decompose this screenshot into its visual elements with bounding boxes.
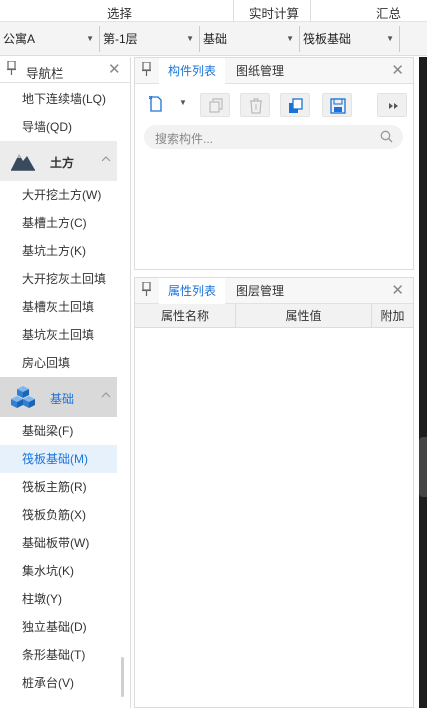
nav-item-strip-footing[interactable]: 条形基础(T) xyxy=(0,641,117,669)
ribbon-label-select: 选择 xyxy=(107,7,133,21)
nav-item-pile-cap[interactable]: 桩承台(V) xyxy=(0,669,117,697)
nav-category-earthwork[interactable]: 土方 xyxy=(0,141,117,181)
pin-icon[interactable] xyxy=(7,61,16,75)
copy-component-button[interactable] xyxy=(200,93,230,117)
nav-category-earthwork-label: 土方 xyxy=(50,156,75,170)
nav-item-foundation-strip[interactable]: 基础板带(W) xyxy=(0,529,117,557)
context-selector-bar: 公寓A ▼ 第-1层 ▼ 基础 ▼ 筏板基础 ▼ xyxy=(0,22,427,56)
save-disk-icon xyxy=(330,98,346,114)
nav-item-raft-negative-rebar[interactable]: 筏板负筋(X) xyxy=(0,501,117,529)
component-panel-header: 构件列表 图纸管理 ✕ xyxy=(135,58,413,84)
nav-category-foundation-label: 基础 xyxy=(50,392,75,406)
nav-item-pit-lime-backfill[interactable]: 基坑灰土回填 xyxy=(0,321,117,349)
ribbon-group-labels: 选择 实时计算 汇总 xyxy=(0,0,427,22)
nav-item-pit-excavation[interactable]: 基坑土方(K) xyxy=(0,237,117,265)
save-component-button[interactable] xyxy=(322,93,352,117)
nav-item-mass-excavation[interactable]: 大开挖土方(W) xyxy=(0,181,117,209)
right-edge-collapse-strip xyxy=(419,57,427,708)
building-select[interactable]: 公寓A ▼ xyxy=(0,28,99,50)
close-icon[interactable]: ✕ xyxy=(391,281,404,299)
column-header-additional[interactable]: 附加 xyxy=(372,304,413,328)
navigation-panel: 导航栏 ✕ 地下连续墙(LQ) 导墙(QD) 土方 大开挖土方(W) 基槽土方(… xyxy=(0,57,131,708)
component-search-field[interactable]: 搜索构件... xyxy=(144,125,403,149)
ribbon-label-summary: 汇总 xyxy=(376,7,402,21)
property-list-panel: 属性列表 图层管理 ✕ 属性名称 属性值 附加 xyxy=(134,277,414,708)
foundation-cubes-icon xyxy=(11,386,35,408)
new-component-dropdown-icon[interactable]: ▼ xyxy=(179,98,187,107)
collapse-handle[interactable] xyxy=(419,437,427,497)
pin-icon[interactable] xyxy=(142,282,151,296)
new-component-button[interactable] xyxy=(145,93,169,117)
component-type-select[interactable]: 筏板基础 ▼ xyxy=(300,28,399,50)
nav-item-room-backfill[interactable]: 房心回填 xyxy=(0,349,117,377)
property-grid-header: 属性名称 属性值 附加 xyxy=(135,304,413,328)
nav-item-mass-lime-backfill[interactable]: 大开挖灰土回填 xyxy=(0,265,117,293)
nav-item-raft-main-rebar[interactable]: 筏板主筋(R) xyxy=(0,473,117,501)
earthwork-icon xyxy=(11,154,35,171)
delete-component-button[interactable] xyxy=(240,93,270,117)
nav-item-raft-foundation[interactable]: 筏板基础(M) xyxy=(0,445,117,473)
dropdown-arrow-icon: ▼ xyxy=(386,34,394,43)
floor-select-value: 第-1层 xyxy=(103,32,138,46)
layer-copy-button[interactable] xyxy=(280,93,310,117)
tab-layer-management[interactable]: 图层管理 xyxy=(227,278,293,304)
chevron-up-icon xyxy=(101,156,111,162)
nav-category-foundation[interactable]: 基础 xyxy=(0,377,117,417)
search-placeholder: 搜索构件... xyxy=(155,132,214,146)
nav-item-diaphragm-wall[interactable]: 地下连续墙(LQ) xyxy=(0,85,117,113)
nav-item-trench-excavation[interactable]: 基槽土方(C) xyxy=(0,209,117,237)
ribbon-divider xyxy=(310,0,311,22)
layer-copy-icon xyxy=(289,98,303,113)
dropdown-arrow-icon: ▼ xyxy=(86,34,94,43)
more-tools-button[interactable] xyxy=(377,93,407,117)
nav-item-foundation-beam[interactable]: 基础梁(F) xyxy=(0,417,117,445)
dropdown-arrow-icon: ▼ xyxy=(286,34,294,43)
navigation-panel-header: 导航栏 ✕ xyxy=(0,57,130,83)
search-icon[interactable] xyxy=(380,130,393,143)
nav-item-isolated-footing[interactable]: 独立基础(D) xyxy=(0,613,117,641)
building-select-value: 公寓A xyxy=(3,32,36,46)
selector-divider xyxy=(399,26,400,52)
nav-item-sump-pit[interactable]: 集水坑(K) xyxy=(0,557,117,585)
column-header-property-name[interactable]: 属性名称 xyxy=(135,304,236,328)
tab-property-list[interactable]: 属性列表 xyxy=(159,278,226,304)
property-panel-header: 属性列表 图层管理 ✕ xyxy=(135,278,413,304)
nav-item-guide-wall[interactable]: 导墙(QD) xyxy=(0,113,117,141)
floor-select[interactable]: 第-1层 ▼ xyxy=(100,28,199,50)
tab-component-list[interactable]: 构件列表 xyxy=(159,58,226,84)
ribbon-divider xyxy=(233,0,234,22)
nav-item-column-pier[interactable]: 柱墩(Y) xyxy=(0,585,117,613)
new-file-icon xyxy=(149,96,162,112)
close-icon[interactable]: ✕ xyxy=(108,60,121,78)
navigation-tree: 地下连续墙(LQ) 导墙(QD) 土方 大开挖土方(W) 基槽土方(C) 基坑土… xyxy=(0,85,117,697)
component-type-select-value: 筏板基础 xyxy=(303,32,352,46)
copy-icon xyxy=(209,98,223,113)
column-header-property-value[interactable]: 属性值 xyxy=(236,304,372,328)
navigation-panel-title: 导航栏 xyxy=(26,67,64,81)
pin-icon[interactable] xyxy=(142,62,151,76)
nav-scrollbar[interactable] xyxy=(121,657,124,697)
tab-drawing-management[interactable]: 图纸管理 xyxy=(227,58,293,84)
component-list-panel: 构件列表 图纸管理 ✕ ▼ 搜索构件... xyxy=(134,57,414,270)
double-chevron-right-icon xyxy=(389,103,398,109)
nav-item-trench-lime-backfill[interactable]: 基槽灰土回填 xyxy=(0,293,117,321)
ribbon-label-realtime-calc: 实时计算 xyxy=(249,7,300,21)
category-select[interactable]: 基础 ▼ xyxy=(200,28,299,50)
trash-icon xyxy=(250,98,262,114)
chevron-up-icon xyxy=(101,392,111,398)
dropdown-arrow-icon: ▼ xyxy=(186,34,194,43)
close-icon[interactable]: ✕ xyxy=(391,61,404,79)
category-select-value: 基础 xyxy=(203,32,228,46)
